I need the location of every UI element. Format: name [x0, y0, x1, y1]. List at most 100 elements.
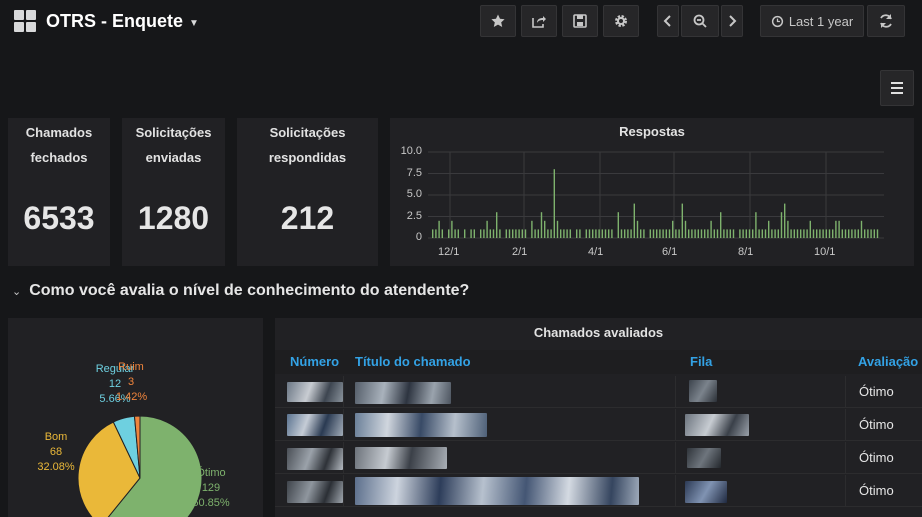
- bar: [608, 229, 610, 238]
- bar: [620, 229, 623, 238]
- pie-label-bom: Bom 68 32.08%: [37, 431, 75, 473]
- redacted-number: [287, 448, 343, 470]
- column-header-avaliacao[interactable]: Avaliação: [858, 350, 922, 374]
- x-tick-label: 4/1: [588, 246, 604, 258]
- bar: [627, 229, 629, 238]
- bar: [454, 229, 456, 238]
- bar: [470, 229, 472, 238]
- bar: [790, 229, 792, 238]
- bar: [438, 220, 440, 238]
- bar: [841, 229, 843, 238]
- table-row[interactable]: Ótimo: [275, 376, 922, 408]
- dashboard-grid-icon: [14, 10, 36, 32]
- chevron-left-icon: [663, 15, 671, 27]
- bar: [713, 229, 715, 238]
- bar: [848, 229, 850, 238]
- bar: [560, 229, 562, 238]
- column-header-titulo[interactable]: Título do chamado: [355, 350, 471, 374]
- row-menu-button[interactable]: [880, 70, 914, 106]
- chevron-right-icon: [729, 15, 737, 27]
- x-tick-label: 2/1: [512, 246, 528, 258]
- bar: [675, 229, 677, 238]
- redacted-title: [355, 477, 639, 505]
- stat-panel-solicitacoes-enviadas: Solicitações enviadas 1280: [122, 118, 225, 266]
- bar: [864, 229, 866, 238]
- menu-icon-bar: [891, 87, 903, 89]
- pie-label-ruim: Ruim 3 1.42%: [116, 361, 148, 403]
- dashboard-title[interactable]: OTRS - Enquete ▼: [14, 9, 199, 33]
- bar: [803, 229, 805, 238]
- x-tick-label: 12/1: [438, 246, 460, 258]
- bar: [816, 229, 818, 238]
- pie-chart-panel: Ótimo 129 60.85% Bom 68 32.08% Regular 12 5.66…: [8, 318, 263, 517]
- bar: [822, 229, 824, 238]
- bar: [723, 229, 725, 238]
- bar: [806, 229, 808, 238]
- column-header-fila[interactable]: Fila: [690, 350, 712, 374]
- gear-icon: [615, 15, 627, 27]
- refresh-button[interactable]: [867, 5, 905, 37]
- bar: [800, 229, 802, 238]
- zoom-out-button[interactable]: [681, 5, 719, 37]
- stat-panel-chamados-fechados: Chamados fechados 6533: [8, 118, 110, 266]
- redacted-title: [355, 447, 447, 469]
- table-row[interactable]: Ótimo: [275, 409, 922, 441]
- bar: [857, 229, 859, 238]
- refresh-icon: [880, 14, 892, 28]
- bar: [595, 229, 597, 238]
- bar: [777, 229, 779, 238]
- bar: [700, 229, 703, 238]
- y-tick-label: 5.0: [406, 188, 422, 200]
- y-tick-label: 10.0: [400, 145, 422, 157]
- bar: [483, 229, 485, 238]
- table-row[interactable]: Ótimo: [275, 475, 922, 507]
- bar: [761, 229, 763, 238]
- bar: [556, 220, 559, 238]
- time-back-button[interactable]: [657, 5, 679, 37]
- bar: [691, 229, 693, 238]
- rating-value: Ótimo: [859, 483, 894, 498]
- cell-divider: [845, 409, 846, 441]
- bar: [720, 212, 722, 238]
- graph-title: Respostas: [619, 124, 685, 139]
- settings-button[interactable]: [603, 5, 639, 37]
- bar: [793, 229, 795, 238]
- bar: [812, 229, 815, 238]
- bar: [707, 229, 709, 238]
- bar: [518, 229, 520, 238]
- column-header-numero[interactable]: Número: [290, 350, 339, 374]
- bar: [697, 229, 699, 238]
- stat-value: 212: [280, 200, 335, 236]
- share-button[interactable]: [521, 5, 557, 37]
- bar: [492, 229, 495, 238]
- bar: [764, 229, 767, 238]
- bar: [780, 212, 783, 238]
- row-collapse-toggle[interactable]: ⌄ Como você avalia o nível de conhecimen…: [12, 282, 469, 300]
- stat-title: Solicitações respondidas: [268, 125, 347, 165]
- time-forward-button[interactable]: [721, 5, 743, 37]
- pie-label-otimo: Ótimo 129 60.85%: [192, 467, 230, 509]
- save-button[interactable]: [562, 5, 598, 37]
- stat-value: 1280: [137, 200, 210, 236]
- table-row[interactable]: Ótimo: [275, 442, 922, 474]
- clock-icon: [771, 15, 783, 27]
- bar: [598, 229, 600, 238]
- star-button[interactable]: [480, 5, 516, 37]
- caret-down-icon: ▼: [189, 17, 199, 29]
- bar: [870, 229, 872, 238]
- stat-panel-solicitacoes-respondidas: Solicitações respondidas 212: [237, 118, 378, 266]
- bar: [710, 220, 712, 238]
- bar: [819, 229, 821, 238]
- bar: [643, 229, 645, 238]
- bar: [630, 229, 632, 238]
- cell-divider: [343, 409, 344, 441]
- bar: [784, 203, 786, 238]
- y-tick-label: 0: [415, 231, 422, 243]
- time-range-picker[interactable]: Last 1 year: [760, 5, 864, 37]
- bar: [611, 229, 613, 238]
- bar: [694, 229, 696, 238]
- bar: [662, 229, 664, 238]
- bar: [851, 229, 853, 238]
- bar: [499, 229, 501, 238]
- bar: [579, 229, 581, 238]
